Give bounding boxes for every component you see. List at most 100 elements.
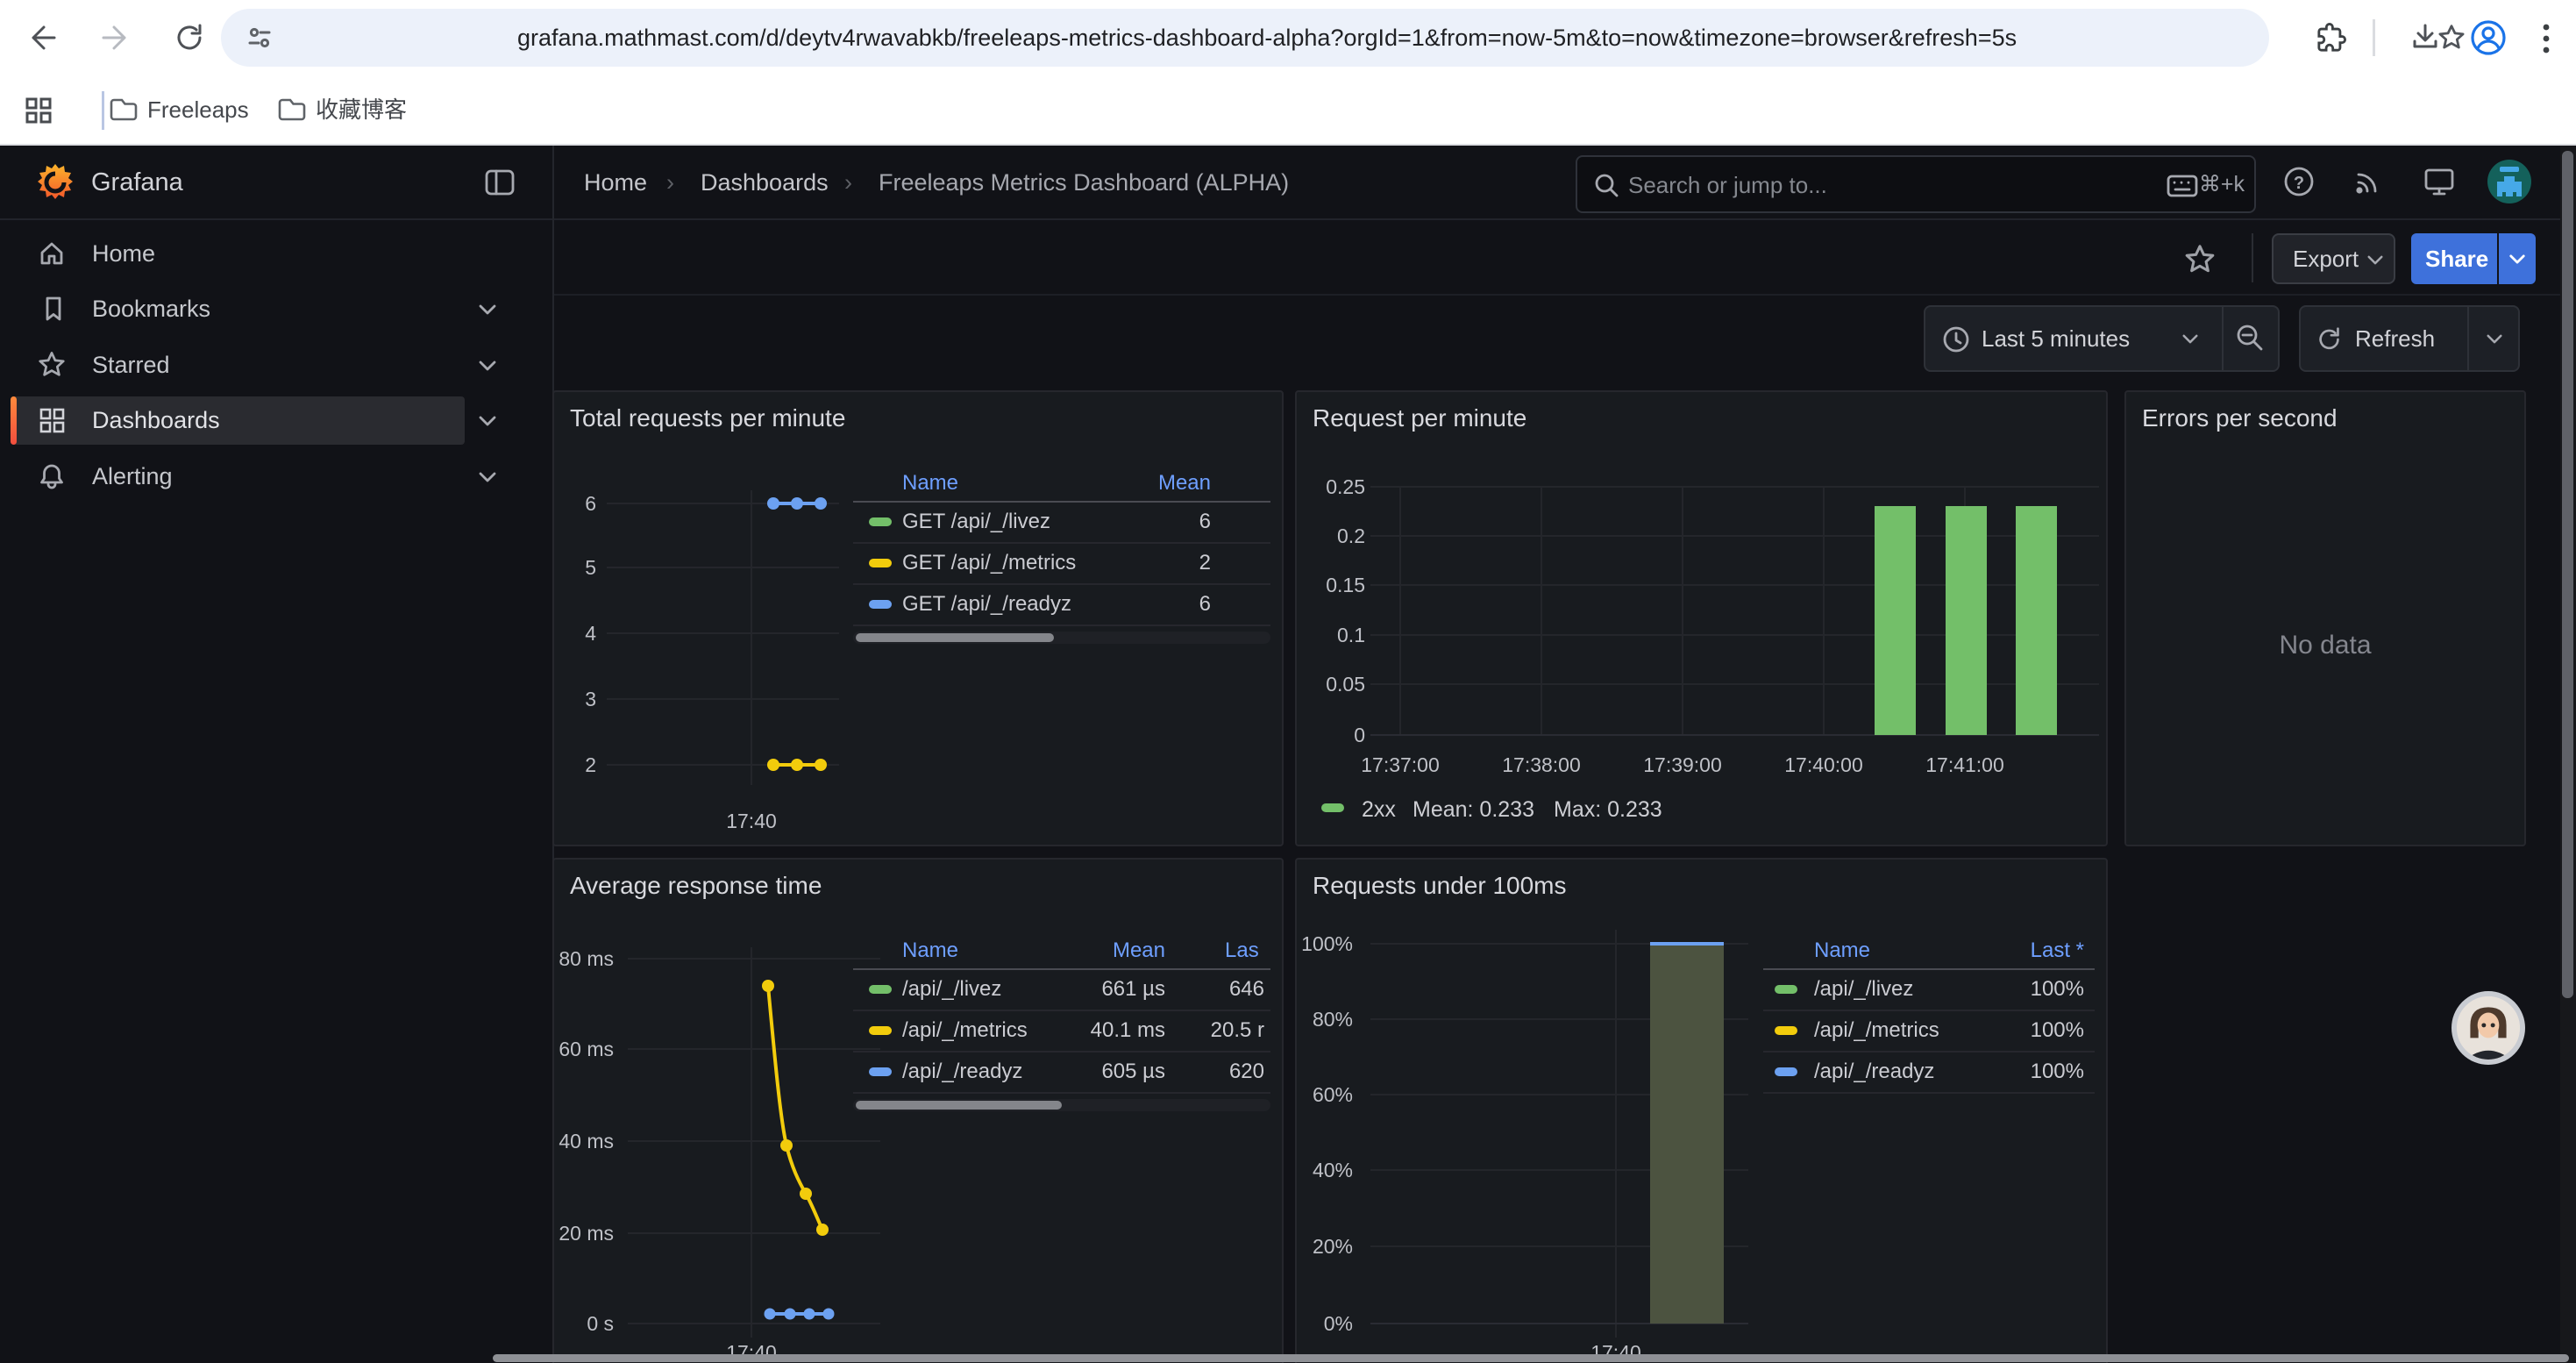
search-box[interactable]: ⌘+k <box>1576 155 2256 213</box>
horizontal-scrollbar-thumb[interactable] <box>493 1354 2569 1362</box>
back-icon[interactable] <box>26 22 58 54</box>
chevron-down-icon[interactable] <box>478 471 497 483</box>
legend-col-mean[interactable]: Mean <box>1158 466 1211 501</box>
site-info-icon[interactable] <box>247 25 272 50</box>
legend-col-name[interactable]: Name <box>902 466 958 501</box>
series-color-chip[interactable] <box>869 1067 892 1076</box>
bookmark-folder-freeleaps[interactable]: Freeleaps <box>109 75 210 144</box>
reload-icon[interactable] <box>174 22 205 54</box>
series-metrics-points <box>767 759 827 771</box>
legend-col-name[interactable]: Name <box>1814 933 1870 968</box>
refresh-interval-button[interactable] <box>2469 307 2520 370</box>
legend-series-name[interactable]: /api/_/metrics <box>1814 1010 1939 1051</box>
refresh-button[interactable]: Refresh <box>2301 307 2467 370</box>
kebab-menu-icon[interactable] <box>2541 22 2551 55</box>
series-color-chip[interactable] <box>869 985 892 994</box>
y-tick: 0 s <box>587 1312 614 1335</box>
profile-icon[interactable] <box>2469 18 2508 57</box>
sidebar-item-starred[interactable]: Starred <box>0 338 552 393</box>
share-menu-button[interactable] <box>2499 233 2536 284</box>
refresh-label: Refresh <box>2355 307 2435 370</box>
series-color-chip[interactable] <box>869 1026 892 1035</box>
forward-icon[interactable] <box>100 22 132 54</box>
header-divider <box>0 218 2576 220</box>
share-button[interactable]: Share <box>2411 233 2497 284</box>
breadcrumb-home[interactable]: Home <box>584 146 647 219</box>
legend-series-name[interactable]: GET /api/_/metrics <box>902 542 1076 583</box>
url-text[interactable]: grafana.mathmast.com/d/deytv4rwavabkb/fr… <box>517 9 2017 67</box>
dock-menu-icon[interactable] <box>484 167 516 198</box>
series-color-chip[interactable] <box>1775 985 1797 994</box>
bookmark-folder-blogs[interactable]: 收藏博客 <box>277 75 368 144</box>
sidebar-item-dashboards[interactable]: Dashboards <box>0 393 552 448</box>
x-tick: 17:40:00 <box>1784 753 1863 776</box>
legend-row: /api/_/readyz 605 µs 620 <box>853 1051 1270 1094</box>
floating-assistant-avatar[interactable] <box>2451 991 2525 1065</box>
sidebar-item-label: Home <box>92 226 155 282</box>
legend-scrollbar[interactable] <box>853 632 1270 644</box>
grafana-logo[interactable] <box>35 162 75 203</box>
user-avatar[interactable] <box>2487 159 2532 204</box>
percent-area-fill[interactable] <box>1650 944 1724 1324</box>
legend-series-name[interactable]: /api/_/metrics <box>902 1010 1028 1051</box>
breadcrumb-dashboards[interactable]: Dashboards <box>701 146 829 219</box>
chevron-down-icon[interactable] <box>478 415 497 427</box>
search-shortcut: ⌘+k <box>2199 157 2245 211</box>
legend-scrollbar[interactable] <box>853 1099 1270 1111</box>
series-color-chip[interactable] <box>869 559 892 567</box>
export-button[interactable]: Export <box>2272 233 2395 284</box>
legend-last-value: 20.5 r <box>1211 1010 1264 1051</box>
legend-series-name[interactable]: /api/_/readyz <box>902 1051 1022 1092</box>
legend-series-name: 2xx <box>1362 797 1396 822</box>
y-tick: 60% <box>1313 1083 1353 1106</box>
sidebar-item-bookmarks[interactable]: Bookmarks <box>0 282 552 337</box>
legend-series-name[interactable]: GET /api/_/readyz <box>902 583 1071 624</box>
bookmark-star-icon[interactable] <box>2437 24 2466 52</box>
legend-last-value: 646 <box>1229 968 1264 1010</box>
legend-col-last[interactable]: Last * <box>2031 933 2084 968</box>
series-2xx-bars[interactable] <box>1875 506 2057 735</box>
chart-legend[interactable]: 2xx Mean: 0.233 Max: 0.233 <box>1321 797 1662 822</box>
apps-grid-icon[interactable] <box>25 96 53 125</box>
legend-col-name[interactable]: Name <box>902 933 958 968</box>
url-bar[interactable]: grafana.mathmast.com/d/deytv4rwavabkb/fr… <box>221 9 2269 67</box>
legend-series-name[interactable]: /api/_/livez <box>1814 968 1913 1010</box>
legend-series-name[interactable]: /api/_/readyz <box>1814 1051 1934 1092</box>
extensions-icon[interactable] <box>2316 23 2346 53</box>
series-metrics-line[interactable] <box>768 986 822 1230</box>
legend-scrollbar-thumb[interactable] <box>856 633 1054 642</box>
download-icon[interactable] <box>2409 22 2441 54</box>
brand-text[interactable]: Grafana <box>91 146 183 219</box>
series-color-chip[interactable] <box>869 600 892 609</box>
zoom-out-button[interactable] <box>2224 307 2278 370</box>
legend-series-name[interactable]: /api/_/livez <box>902 968 1001 1010</box>
vertical-scrollbar-track[interactable] <box>2560 146 2576 1363</box>
legend-col-last[interactable]: Las <box>1225 933 1259 968</box>
panel-title[interactable]: Errors per second <box>2142 404 2338 432</box>
favorite-star-icon[interactable] <box>2183 243 2217 276</box>
chevron-down-icon <box>2486 333 2503 345</box>
search-input[interactable] <box>1626 159 2121 211</box>
series-color-chip[interactable] <box>869 517 892 526</box>
legend-header: Name Mean <box>853 466 1270 503</box>
legend-col-mean[interactable]: Mean <box>1113 933 1165 968</box>
clock-icon <box>1941 325 1971 354</box>
chevron-down-icon[interactable] <box>478 303 497 316</box>
vertical-scrollbar-thumb[interactable] <box>2562 151 2573 998</box>
help-icon[interactable]: ? <box>2283 166 2315 197</box>
chevron-down-icon <box>2508 253 2526 265</box>
legend-series-name[interactable]: GET /api/_/livez <box>902 501 1050 542</box>
rss-news-icon[interactable] <box>2352 166 2383 197</box>
sidebar-item-home[interactable]: Home <box>0 226 552 282</box>
time-range-picker[interactable]: Last 5 minutes <box>1925 307 2222 370</box>
y-tick: 20 ms <box>559 1222 614 1245</box>
legend-scrollbar-thumb[interactable] <box>856 1101 1062 1110</box>
monitor-kiosk-icon[interactable] <box>2423 166 2455 197</box>
legend-header: Name Last * <box>1763 933 2095 970</box>
series-color-chip[interactable] <box>1775 1026 1797 1035</box>
chevron-down-icon[interactable] <box>478 360 497 372</box>
breadcrumb-separator: › <box>666 146 674 219</box>
legend-last-value: 100% <box>2031 968 2084 1010</box>
sidebar-item-alerting[interactable]: Alerting <box>0 449 552 504</box>
series-color-chip[interactable] <box>1775 1067 1797 1076</box>
